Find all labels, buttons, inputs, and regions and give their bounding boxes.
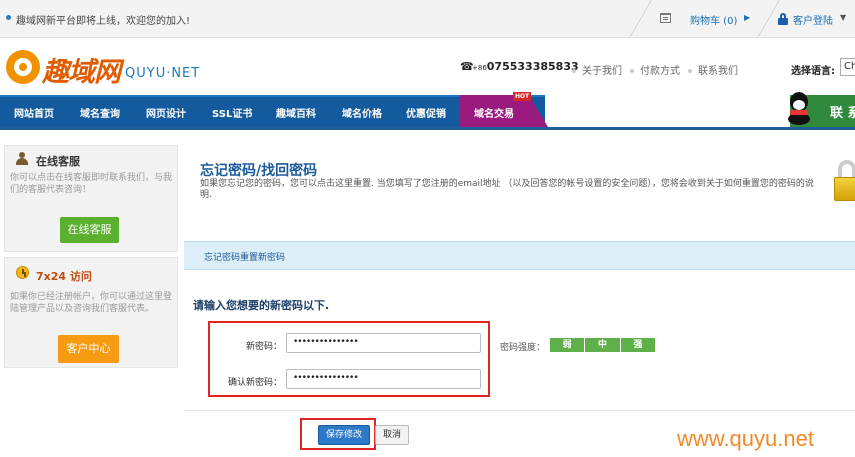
padlock-icon: [832, 160, 855, 204]
chevron-right-icon: ▶: [744, 13, 751, 22]
access-title: 7x24 访问: [36, 270, 92, 283]
logo-text[interactable]: 趣域网: [42, 50, 121, 89]
qq-contact-label: 联 系: [830, 106, 855, 121]
section-header: 忘记密码重置新密码: [184, 241, 855, 270]
nav-underline: [0, 127, 855, 130]
lock-icon: [778, 13, 788, 25]
chevron-down-icon[interactable]: ▼: [840, 13, 846, 22]
phone-prefix: +86: [472, 64, 487, 72]
header-link-contact[interactable]: 联系我们: [688, 62, 738, 77]
form-prompt: 请输入您想要的新密码以下.: [193, 299, 330, 312]
new-password-field[interactable]: •••••••••••••••: [286, 333, 481, 353]
strength-medium: 中: [585, 338, 621, 352]
nav-item-promotions[interactable]: 优惠促销: [406, 105, 446, 120]
nav-item-wiki[interactable]: 趣域百科: [276, 105, 316, 120]
page-title: 忘记密码/找回密码: [200, 163, 318, 179]
nav-item-domain-trade-label: 域名交易: [474, 109, 514, 120]
clock-icon: [16, 266, 29, 279]
language-label: 选择语言:: [791, 66, 835, 77]
online-service-button[interactable]: 在线客服: [60, 217, 119, 243]
online-service-title: 在线客服: [36, 155, 80, 168]
customer-center-button[interactable]: 客户中心: [58, 335, 119, 363]
qq-penguin-icon[interactable]: [784, 92, 814, 126]
strength-weak: 弱: [550, 338, 586, 352]
language-select[interactable]: Ch: [840, 58, 855, 76]
site-notice: 趣域网新平台即将上线，欢迎您的加入!: [16, 16, 191, 27]
confirm-password-field[interactable]: •••••••••••••••: [286, 369, 481, 389]
watermark: www.quyu.net: [677, 426, 814, 451]
confirm-password-label: 确认新密码：: [227, 378, 282, 388]
header-link-payment[interactable]: 付款方式: [630, 62, 680, 77]
nav-item-ssl[interactable]: SSL证书: [212, 105, 252, 120]
logo-subtext: QUYU·NET: [125, 66, 201, 81]
phone-number: +86075533385833: [472, 60, 579, 73]
form-divider: [184, 410, 855, 411]
nav-item-pricing[interactable]: 域名价格: [342, 105, 382, 120]
online-service-desc: 你可以点击在线客服即时联系我们，与我们的客服代表咨询！: [10, 173, 173, 195]
section-header-label: 忘记密码重置新密码: [204, 253, 286, 263]
person-icon: [16, 152, 28, 165]
nav-item-home[interactable]: 网站首页: [14, 105, 54, 120]
cart-icon[interactable]: [660, 13, 671, 23]
password-strength-meter: 弱 中 强: [550, 338, 655, 352]
nav-item-domain-search[interactable]: 域名查询: [80, 105, 120, 120]
login-link[interactable]: 客户登陆: [793, 12, 833, 27]
phone-digits: 075533385833: [486, 60, 579, 73]
header-link-about[interactable]: 关于我们: [572, 62, 622, 77]
cart-link[interactable]: 购物车 (0): [690, 12, 737, 27]
notice-bullet-icon: [6, 15, 11, 20]
new-password-label: 新密码：: [245, 342, 282, 352]
hot-badge: HOT: [513, 92, 532, 101]
access-desc: 如果你已经注册帐户，你可以通过这里登陆管理产品以及咨询我们客服代表。: [10, 292, 173, 314]
save-button[interactable]: 保存修改: [318, 425, 370, 445]
password-strength-label: 密码强度：: [500, 343, 546, 353]
strength-strong: 强: [633, 340, 643, 350]
nav-item-web-design[interactable]: 网页设计: [146, 105, 186, 120]
logo-icon[interactable]: [6, 50, 40, 84]
page-description: 如果您忘记您的密码，您可以点击这里重置. 当您填写了您注册的email地址 （以…: [200, 179, 814, 200]
cancel-button[interactable]: 取消: [375, 425, 409, 445]
